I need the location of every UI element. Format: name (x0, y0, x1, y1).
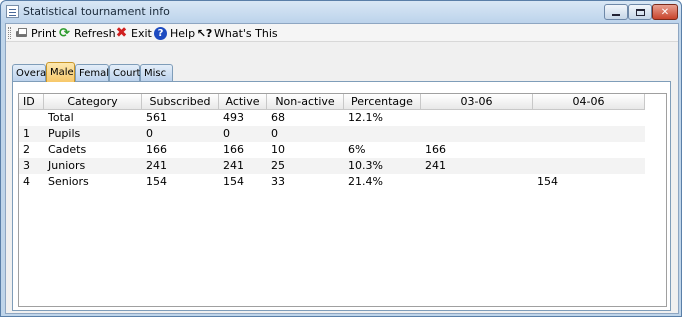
cell-03-06 (421, 174, 533, 190)
column-header-subscribed[interactable]: Subscribed (142, 94, 219, 110)
minimize-button[interactable] (604, 4, 628, 20)
cell-percentage: 12.1% (348, 111, 383, 124)
print-button[interactable]: Print (15, 25, 56, 41)
refresh-icon: ⟳ (59, 25, 70, 41)
cell-active: 154 (223, 175, 244, 188)
exit-icon: ✖ (115, 24, 128, 41)
whats-this-icon: ↖? (196, 26, 213, 40)
table-row[interactable]: Total 561 493 68 12.1% (19, 110, 645, 126)
column-header-percentage[interactable]: Percentage (344, 94, 421, 110)
help-button[interactable]: ? Help (154, 25, 195, 41)
app-icon (6, 5, 19, 18)
cell-03-06 (421, 110, 533, 126)
cell-subscribed: 166 (146, 143, 167, 156)
exit-button[interactable]: ✖ Exit (115, 25, 152, 41)
cell-percentage: 21.4% (348, 175, 383, 188)
cell-active: 493 (223, 111, 244, 124)
cell-id: 3 (23, 159, 30, 172)
tab-panel: ID Category Subscribed Active Non-active… (12, 81, 671, 311)
title-bar[interactable]: Statistical tournament info ✕ (1, 1, 681, 23)
table-row[interactable]: 2 Cadets 166 166 10 6% 166 (19, 142, 645, 158)
table-row[interactable]: 1 Pupils 0 0 0 (19, 126, 645, 142)
close-icon: ✕ (660, 6, 670, 18)
cell-04-06 (533, 158, 645, 174)
table-row[interactable]: 4 Seniors 154 154 33 21.4% 154 (19, 174, 645, 190)
help-label: Help (170, 26, 196, 40)
table-body: Total 561 493 68 12.1% 1 Pupils 0 0 0 2 Cadets 166 16… (19, 110, 645, 190)
cell-active: 166 (223, 143, 244, 156)
table-row[interactable]: 3 Juniors 241 241 25 10.3% 241 (19, 158, 645, 174)
cell-percentage: 10.3% (348, 159, 383, 172)
cell-category: Cadets (48, 143, 87, 156)
column-header-id[interactable]: ID (19, 94, 44, 110)
toolbar-grip-icon[interactable] (8, 27, 11, 39)
whats-this-label: What's This (214, 26, 278, 40)
cell-subscribed: 561 (146, 111, 167, 124)
exit-label: Exit (131, 26, 152, 40)
cell-id: 4 (23, 175, 30, 188)
tab-misc[interactable]: Misc (140, 64, 173, 81)
cell-id: 2 (23, 143, 30, 156)
close-button[interactable]: ✕ (652, 4, 678, 20)
app-window: Statistical tournament info ✕ Print ⟳ Re… (0, 0, 682, 317)
cell-percentage (344, 126, 421, 142)
cell-non-active: 0 (271, 127, 278, 140)
tab-male[interactable]: Male (46, 62, 75, 82)
cell-active: 0 (223, 127, 230, 140)
cell-non-active: 33 (271, 175, 285, 188)
toolbar: Print ⟳ Refresh ✖ Exit ? Help ↖? What's … (6, 24, 678, 42)
window-title: Statistical tournament info (23, 5, 170, 18)
refresh-button[interactable]: ⟳ Refresh (58, 25, 116, 41)
cell-id: 1 (23, 127, 30, 140)
cell-percentage: 6% (348, 143, 366, 156)
whats-this-button[interactable]: ↖? What's This (196, 25, 278, 41)
cell-category: Pupils (48, 127, 81, 140)
client-area: Print ⟳ Refresh ✖ Exit ? Help ↖? What's … (5, 23, 679, 314)
cell-03-06: 166 (425, 143, 446, 156)
column-header-04-06[interactable]: 04-06 (533, 94, 645, 110)
tab-overall[interactable]: Overall (12, 64, 52, 81)
cell-subscribed: 0 (146, 127, 153, 140)
column-header-category[interactable]: Category (44, 94, 142, 110)
cell-03-06 (421, 126, 533, 142)
table-header: ID Category Subscribed Active Non-active… (19, 94, 645, 110)
cell-non-active: 25 (271, 159, 285, 172)
column-header-active[interactable]: Active (219, 94, 267, 110)
maximize-icon (635, 8, 645, 16)
print-label: Print (31, 26, 57, 40)
cell-id (19, 110, 44, 126)
cell-04-06: 154 (537, 175, 558, 188)
cell-category: Seniors (48, 175, 89, 188)
cell-category: Juniors (48, 159, 86, 172)
tab-female[interactable]: Female (75, 64, 115, 81)
cell-03-06: 241 (425, 159, 446, 172)
statistics-table[interactable]: ID Category Subscribed Active Non-active… (18, 93, 667, 307)
cell-04-06 (533, 110, 645, 126)
column-header-03-06[interactable]: 03-06 (421, 94, 533, 110)
tab-courts[interactable]: Courts (109, 64, 146, 81)
cell-subscribed: 154 (146, 175, 167, 188)
refresh-label: Refresh (74, 26, 116, 40)
minimize-icon (612, 14, 620, 16)
help-icon: ? (154, 26, 167, 40)
cell-04-06 (533, 142, 645, 158)
column-header-non-active[interactable]: Non-active (267, 94, 344, 110)
cell-non-active: 68 (271, 111, 285, 124)
cell-subscribed: 241 (146, 159, 167, 172)
cell-active: 241 (223, 159, 244, 172)
maximize-button[interactable] (628, 4, 652, 20)
cell-non-active: 10 (271, 143, 285, 156)
printer-icon (15, 27, 28, 40)
cell-category: Total (48, 111, 74, 124)
cell-04-06 (533, 126, 645, 142)
